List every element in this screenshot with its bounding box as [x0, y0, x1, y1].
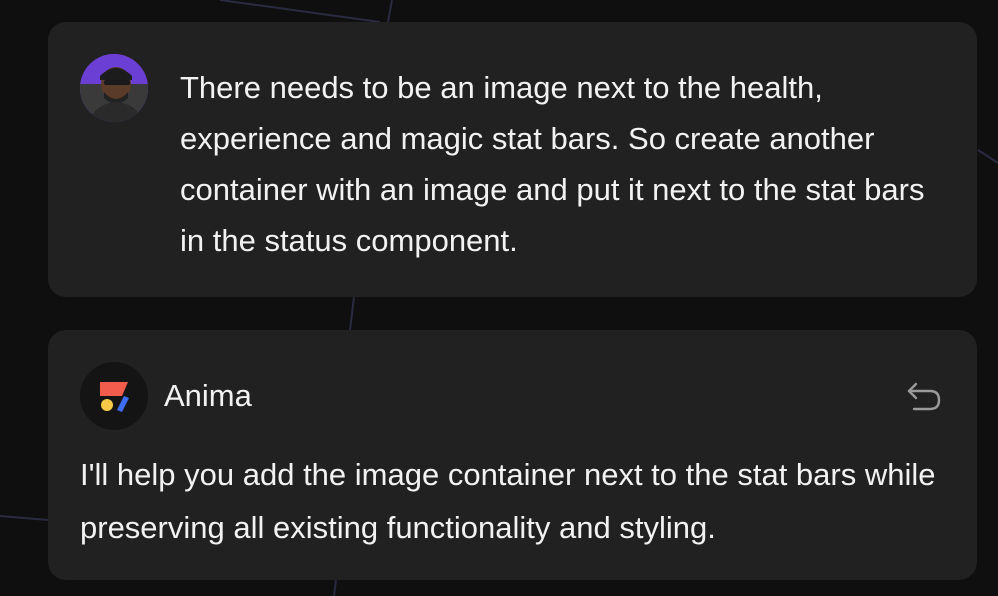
undo-icon [907, 382, 941, 411]
undo-button[interactable] [904, 378, 944, 414]
assistant-message-text: I'll help you add the image container ne… [80, 457, 936, 545]
user-message-text: There needs to be an image next to the h… [180, 70, 925, 258]
user-avatar-icon [80, 54, 148, 122]
anima-logo-icon [80, 362, 148, 430]
user-message-card: There needs to be an image next to the h… [48, 22, 977, 297]
user-avatar[interactable] [80, 54, 148, 122]
assistant-name: Anima [164, 378, 252, 413]
assistant-message-card: Anima I'll help you add the image contai… [48, 330, 977, 580]
